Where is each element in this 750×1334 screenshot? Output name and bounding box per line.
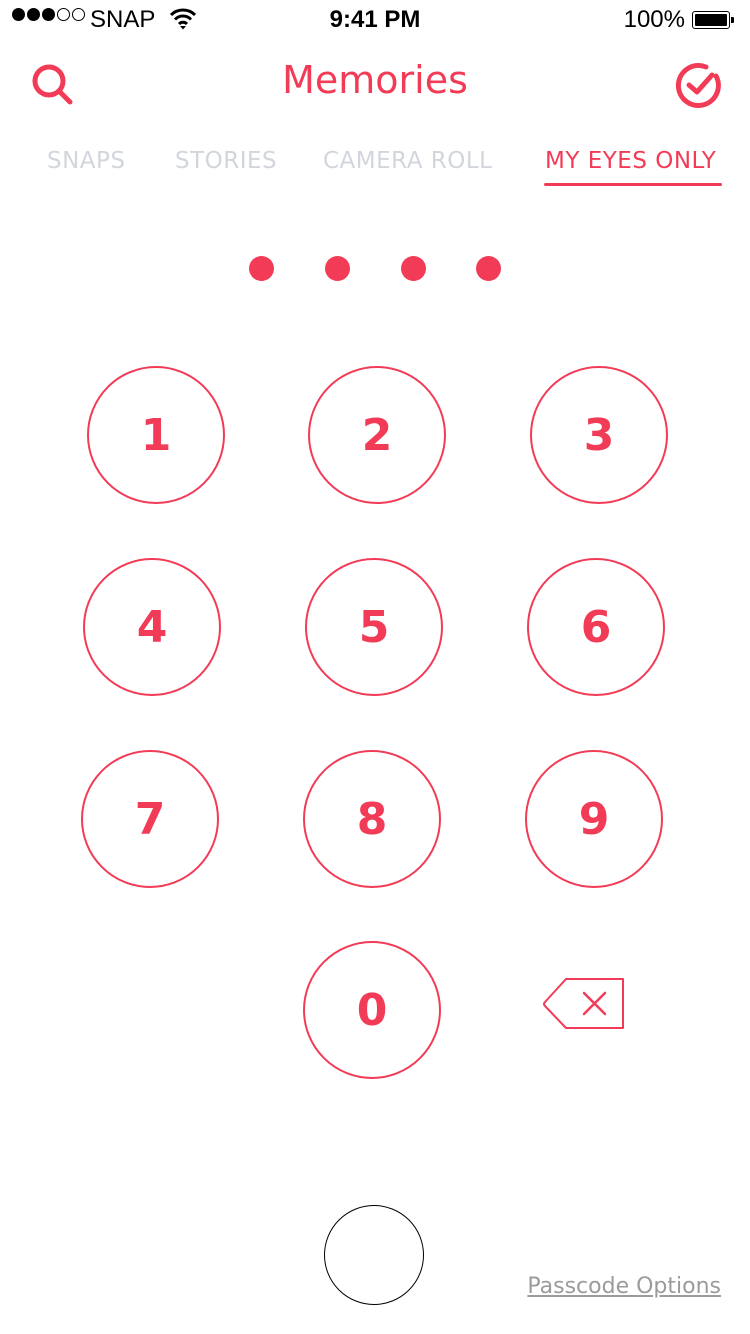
page-title: Memories: [282, 58, 468, 102]
battery-percent: 100%: [623, 6, 685, 33]
backspace-button[interactable]: [542, 977, 626, 1031]
key-label: 9: [578, 793, 610, 845]
passcode-dot: [401, 256, 426, 281]
key-2[interactable]: 2: [308, 366, 446, 504]
passcode-dot: [325, 256, 350, 281]
check-circle-icon: [675, 63, 721, 108]
key-label: 3: [583, 409, 615, 461]
passcode-indicator: [0, 256, 750, 282]
key-3[interactable]: 3: [530, 366, 668, 504]
key-9[interactable]: 9: [525, 750, 663, 888]
tab-stories[interactable]: STORIES: [175, 148, 277, 174]
home-button[interactable]: [324, 1205, 424, 1305]
key-label: 5: [358, 601, 390, 653]
key-label: 6: [580, 601, 612, 653]
key-5[interactable]: 5: [305, 558, 443, 696]
key-0[interactable]: 0: [303, 941, 441, 1079]
header: Memories: [0, 50, 750, 120]
status-bar: SNAP 9:41 PM 100%: [0, 0, 750, 40]
passcode-dot: [476, 256, 501, 281]
active-tab-indicator: [544, 183, 722, 186]
tab-bar: SNAPS STORIES CAMERA ROLL MY EYES ONLY: [0, 148, 750, 193]
key-7[interactable]: 7: [81, 750, 219, 888]
key-label: 8: [356, 793, 388, 845]
battery-icon: [692, 11, 734, 29]
key-label: 2: [361, 409, 393, 461]
tab-my-eyes-only[interactable]: MY EYES ONLY: [545, 148, 716, 174]
tab-snaps[interactable]: SNAPS: [47, 148, 126, 174]
select-button[interactable]: [672, 58, 726, 112]
backspace-icon: [543, 978, 624, 1029]
key-label: 1: [140, 409, 172, 461]
tab-camera-roll[interactable]: CAMERA ROLL: [323, 148, 492, 174]
key-label: 0: [356, 984, 388, 1036]
passcode-options-link[interactable]: Passcode Options: [527, 1274, 721, 1299]
key-8[interactable]: 8: [303, 750, 441, 888]
key-1[interactable]: 1: [87, 366, 225, 504]
key-label: 4: [136, 601, 168, 653]
key-4[interactable]: 4: [83, 558, 221, 696]
key-label: 7: [134, 793, 166, 845]
passcode-dot: [249, 256, 274, 281]
key-6[interactable]: 6: [527, 558, 665, 696]
